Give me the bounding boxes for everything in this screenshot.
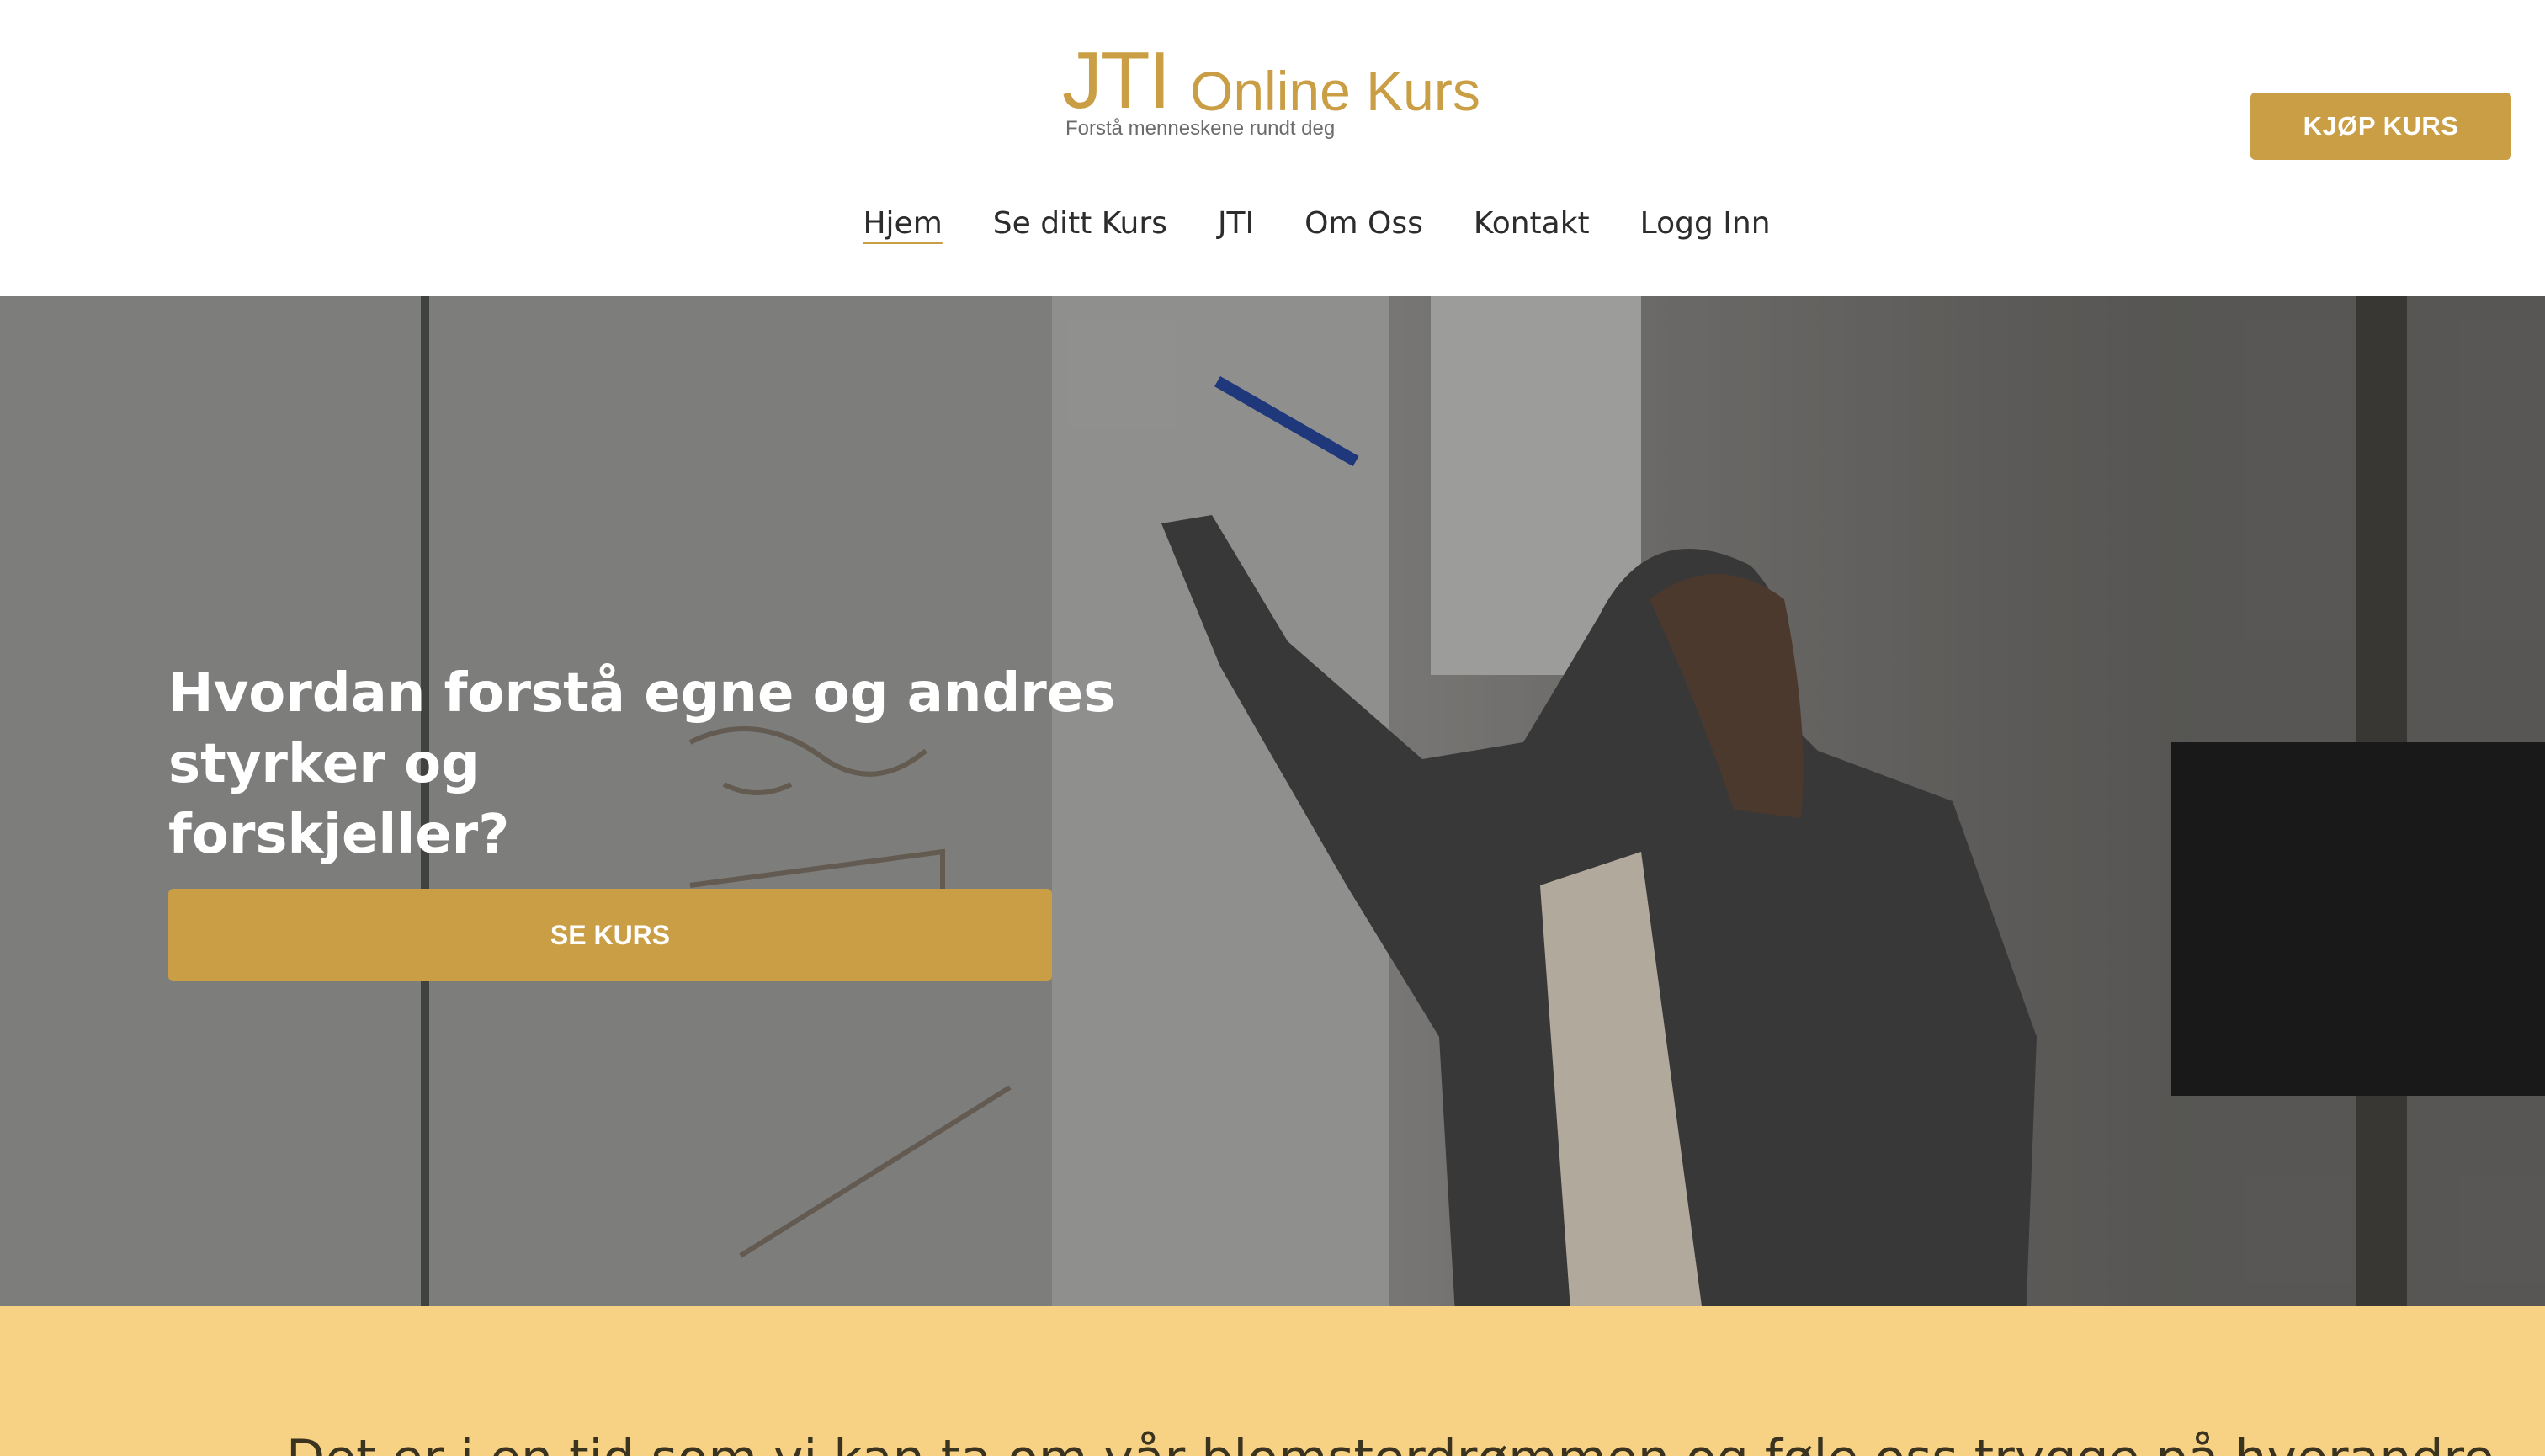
nav-item-contact[interactable]: Kontakt	[1448, 199, 1615, 249]
nav-item-home[interactable]: Hjem	[837, 199, 967, 249]
hero-title-line1: Hvordan forstå egne og andres styrker og	[168, 662, 1116, 795]
site-header: JTI Online Kurs Forstå menneskene rundt …	[0, 0, 2545, 296]
logo-jti: JTI	[1062, 35, 1171, 125]
logo-name: Online Kurs	[1190, 60, 1480, 122]
nav-item-see-course[interactable]: Se ditt Kurs	[968, 199, 1193, 249]
intro-text: Det er i en tid som vi kan ta om vår blo…	[286, 1429, 2510, 1456]
hero-title: Hvordan forstå egne og andres styrker og…	[168, 658, 1347, 870]
hero-title-line2: forskjeller?	[168, 804, 510, 866]
logo-tagline: Forstå menneskene rundt deg	[1065, 117, 1336, 140]
page: JTI Online Kurs Forstå menneskene rundt …	[0, 0, 2545, 1456]
main-nav: Hjem Se ditt Kurs JTI Om Oss Kontakt Log…	[0, 199, 2545, 249]
nav-item-login[interactable]: Logg Inn	[1615, 199, 1796, 249]
see-course-button[interactable]: SE KURS	[168, 889, 1052, 981]
logo[interactable]: JTI Online Kurs Forstå menneskene rundt …	[1062, 39, 1500, 148]
buy-course-button[interactable]: KJØP KURS	[2250, 93, 2511, 160]
hero-section: Hvordan forstå egne og andres styrker og…	[0, 296, 2545, 1306]
intro-section: Det er i en tid som vi kan ta om vår blo…	[0, 1306, 2545, 1456]
nav-item-jti[interactable]: JTI	[1193, 199, 1279, 249]
nav-item-about[interactable]: Om Oss	[1279, 199, 1448, 249]
